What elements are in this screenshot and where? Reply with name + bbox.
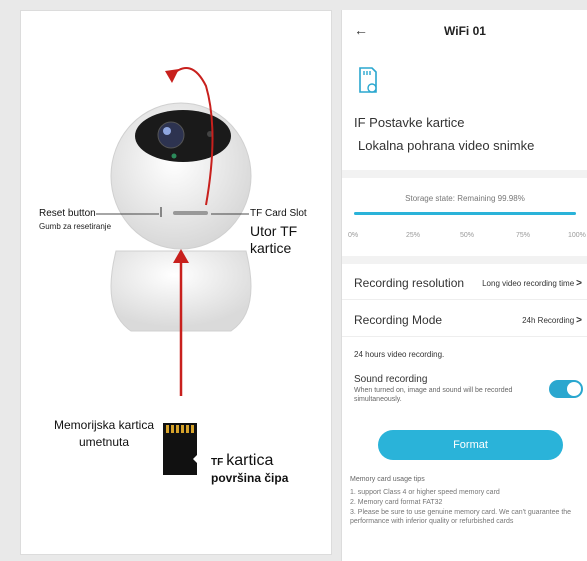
memory-card-inserted-label: Memorijska kartica umetnuta [53, 418, 155, 449]
tick-label: 50% [460, 232, 475, 239]
mode-value-text: 24h Recording [522, 316, 575, 325]
sound-recording-label: Sound recording [354, 374, 428, 385]
chevron-right-icon: > [576, 315, 582, 326]
section-divider [342, 170, 587, 178]
tf-slot-label-hr: Utor TF kartice [250, 223, 298, 256]
card-word: kartica [226, 452, 274, 469]
recording-mode-value: 24h Recording > [522, 315, 582, 326]
hours-recording-note: 24 hours video recording. [354, 350, 445, 359]
reset-button-label: Reset button [39, 208, 96, 219]
toggle-knob [567, 382, 581, 396]
reset-button-label-hr: Gumb za resetiranje [39, 222, 112, 231]
microsd-card-icon [163, 423, 197, 475]
tf-slot-graphic [173, 211, 208, 215]
chip-surface-label: površina čipa [211, 471, 289, 485]
resolution-value-text: Long video recording time [482, 279, 575, 288]
recording-mode-label: Recording Mode [354, 313, 443, 327]
storage-bar-fill [354, 212, 576, 215]
recording-resolution-label: Recording resolution [354, 276, 465, 290]
app-header: ← WiFi 01 [342, 10, 587, 50]
tick-label: 0% [348, 232, 359, 239]
sound-recording-description: When turned on, image and sound will be … [354, 387, 513, 403]
storage-bar [354, 212, 576, 215]
tips-list: 1. support Class 4 or higher speed memor… [350, 488, 584, 527]
tick-label: 75% [516, 232, 531, 239]
section-divider [342, 256, 587, 264]
chevron-right-icon: > [576, 278, 582, 289]
page-title: WiFi 01 [444, 24, 486, 38]
tick-label: 25% [406, 232, 421, 239]
tf-slot-label: TF Card Slot [250, 208, 307, 219]
tf-card-label: TF kartica [211, 452, 273, 470]
sd-card-settings-icon [359, 67, 377, 93]
tick-label: 100% [568, 232, 586, 239]
app-screen: ← WiFi 01 IF Postavke kartice Lokalna po… [341, 10, 587, 561]
recording-resolution-value: Long video recording time > [482, 278, 582, 289]
tf-prefix: TF [211, 457, 224, 468]
recording-mode-row[interactable]: Recording Mode 24h Recording > [342, 303, 587, 337]
tip-item: 2. Memory card format FAT32 [350, 499, 443, 506]
card-settings-title: IF Postavke kartice [354, 115, 465, 130]
tip-item: 3. Please be sure to use genuine memory … [350, 509, 572, 525]
storage-state-text: Storage state: Remaining 99.98% [405, 194, 525, 203]
card-settings-subtitle: Lokalna pohrana video snimke [358, 138, 535, 153]
sound-recording-toggle[interactable] [549, 380, 583, 398]
camera-illustration-panel: Reset button Gumb za resetiranje TF Card… [20, 10, 332, 555]
camera-lens [157, 121, 185, 149]
tip-item: 1. support Class 4 or higher speed memor… [350, 489, 500, 496]
tips-title: Memory card usage tips [350, 476, 425, 483]
recording-resolution-row[interactable]: Recording resolution Long video recordin… [342, 266, 587, 300]
format-button[interactable]: Format [378, 430, 563, 460]
